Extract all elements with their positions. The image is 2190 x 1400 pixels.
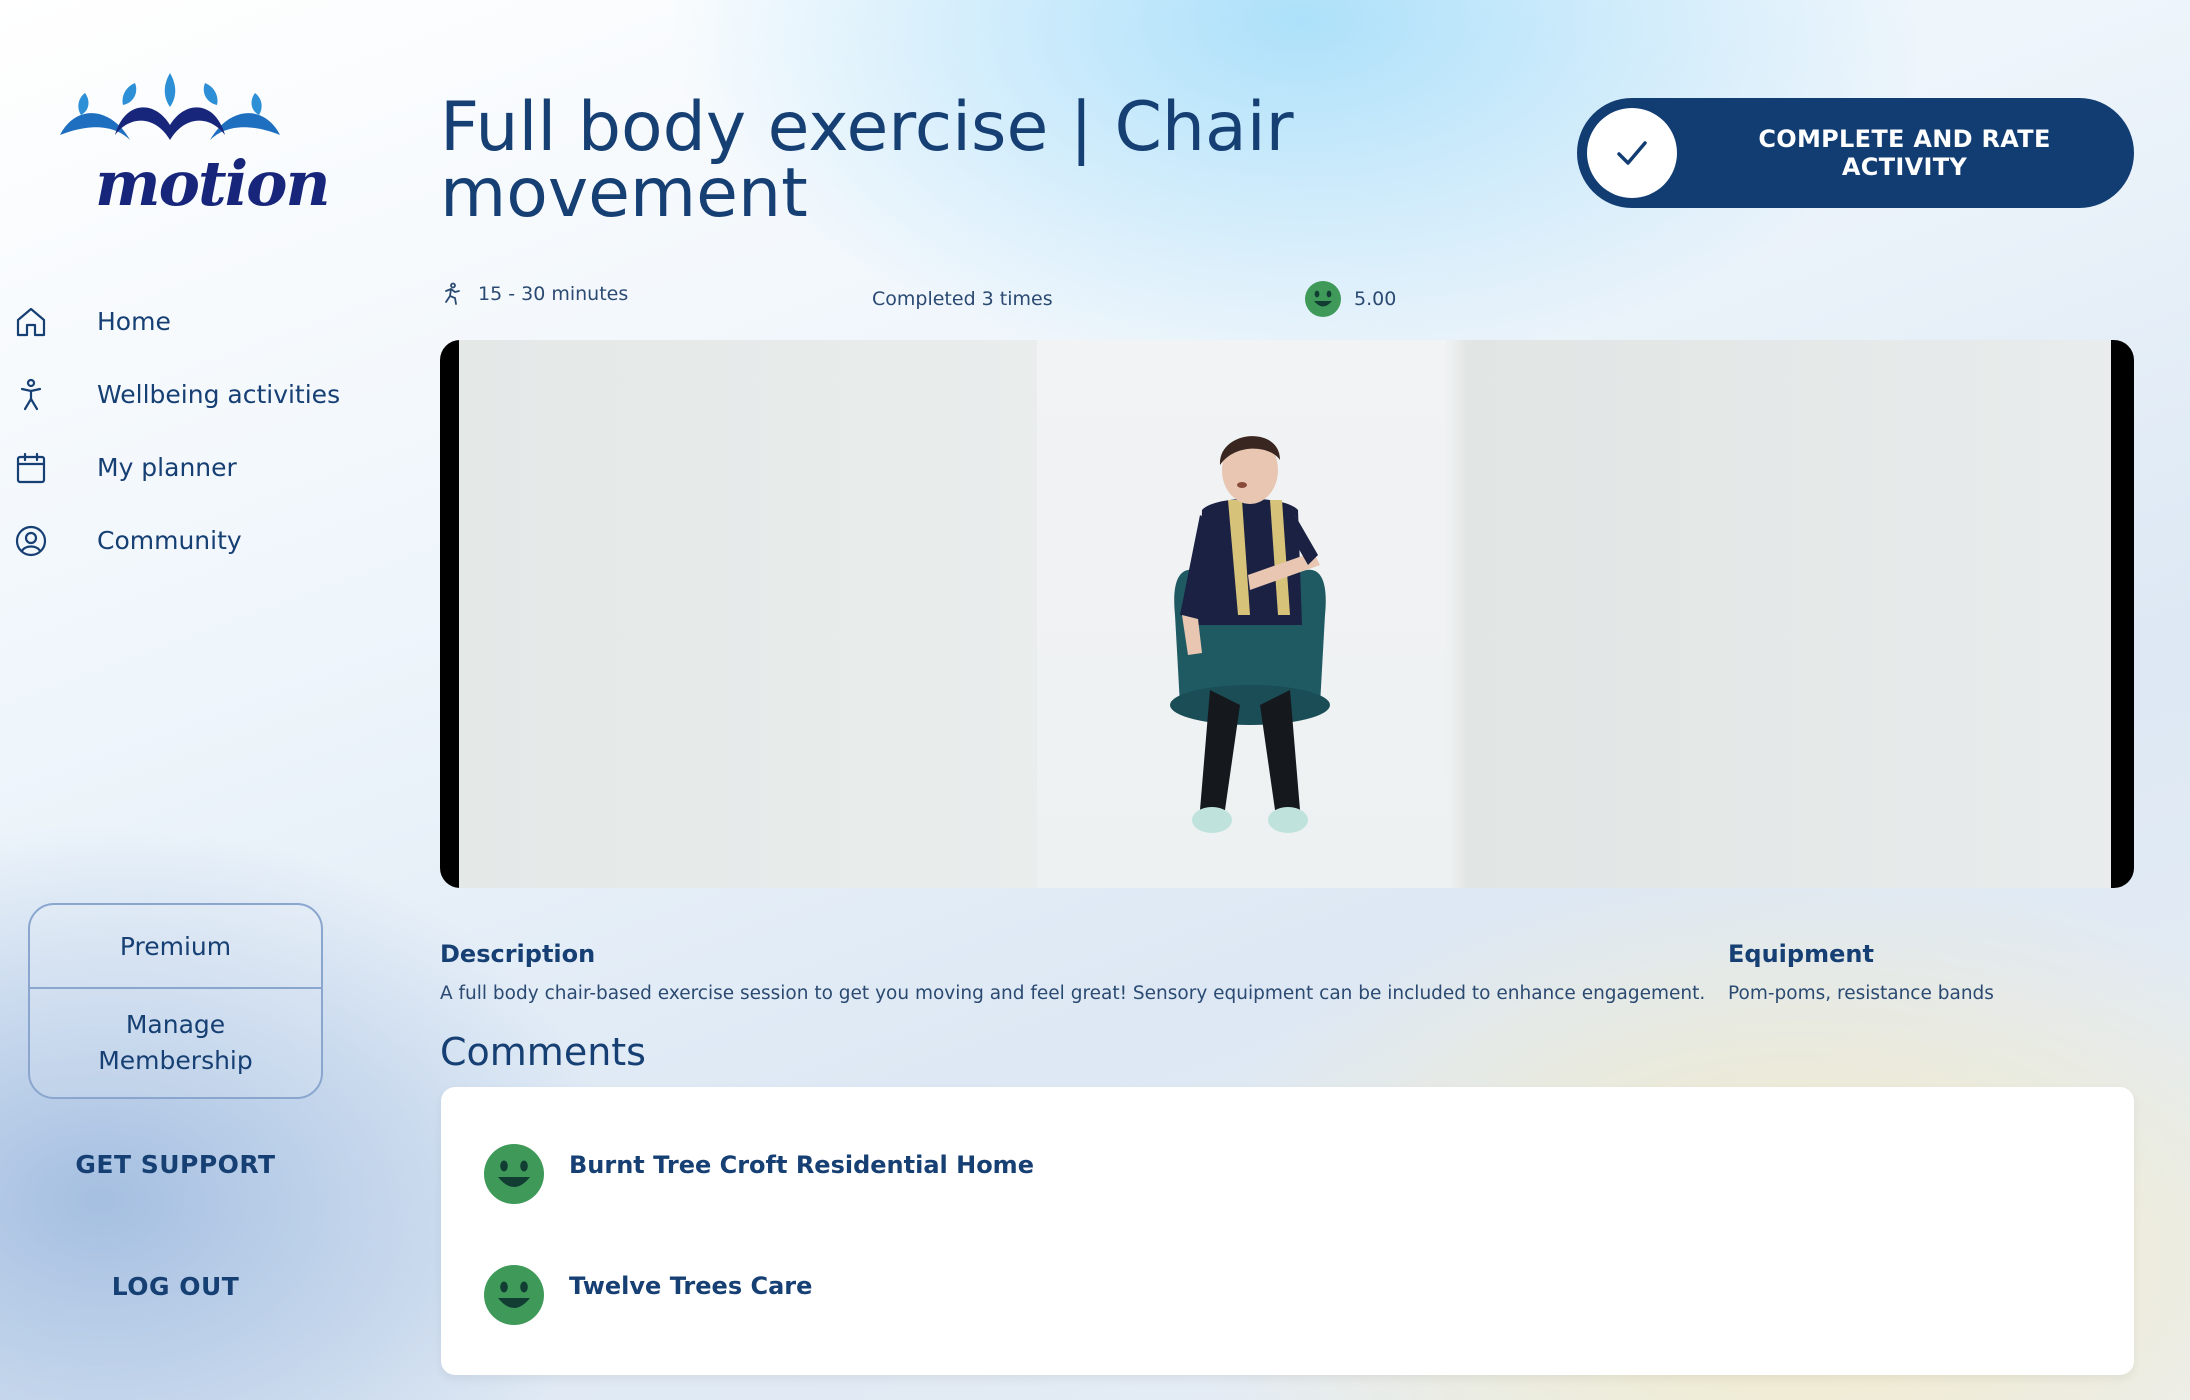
- home-icon: [14, 305, 48, 339]
- comment-item: Twelve Trees Care: [483, 1264, 812, 1326]
- video-player[interactable]: [440, 340, 2134, 888]
- nav-label-home: Home: [97, 307, 171, 336]
- description-text: A full body chair-based exercise session…: [440, 983, 1706, 1004]
- manage-membership-button[interactable]: Manage Membership: [30, 989, 321, 1097]
- user-circle-icon: [14, 524, 48, 558]
- membership-box: Premium Manage Membership: [28, 903, 323, 1099]
- nav-item-community[interactable]: Community: [0, 504, 420, 577]
- completed-count: Completed 3 times: [872, 288, 1053, 310]
- rating-info: 5.00: [1304, 280, 1396, 318]
- happy-face-icon: [1305, 281, 1341, 317]
- log-out-link[interactable]: LOG OUT: [28, 1272, 323, 1301]
- duration-info: 15 - 30 minutes: [440, 282, 628, 306]
- page-title: Full body exercise | Chair movement: [440, 88, 1294, 233]
- person-activity-icon: [14, 378, 48, 412]
- duration-text: 15 - 30 minutes: [478, 283, 629, 305]
- get-support-link[interactable]: GET SUPPORT: [28, 1150, 323, 1179]
- motion-logo[interactable]: motion: [55, 65, 331, 230]
- sidebar-nav: Home Wellbeing activities My planner Com…: [0, 285, 420, 577]
- brand-name: motion: [95, 147, 331, 220]
- nav-item-home[interactable]: Home: [0, 285, 420, 358]
- nav-item-my-planner[interactable]: My planner: [0, 431, 420, 504]
- instructor-figure: [1120, 415, 1380, 875]
- checkmark-icon: [1587, 108, 1677, 198]
- running-person-icon: [445, 282, 460, 305]
- comments-heading: Comments: [440, 1030, 646, 1074]
- nav-label-wellbeing-activities: Wellbeing activities: [97, 380, 341, 409]
- nav-label-community: Community: [97, 526, 242, 555]
- comment-author: Twelve Trees Care: [569, 1272, 813, 1300]
- nav-label-my-planner: My planner: [97, 453, 237, 482]
- comments-panel: Burnt Tree Croft Residential Home Twelve…: [441, 1087, 2134, 1375]
- calendar-icon: [14, 451, 48, 485]
- complete-and-rate-button[interactable]: COMPLETE AND RATE ACTIVITY: [1577, 98, 2134, 208]
- happy-face-icon: [484, 1144, 544, 1204]
- comment-item: Burnt Tree Croft Residential Home: [483, 1143, 1034, 1205]
- comment-author: Burnt Tree Croft Residential Home: [569, 1151, 1034, 1179]
- equipment-text: Pom-poms, resistance bands: [1728, 983, 1994, 1004]
- equipment-heading: Equipment: [1728, 940, 1874, 968]
- rating-value: 5.00: [1354, 288, 1397, 310]
- happy-face-icon: [484, 1265, 544, 1325]
- nav-item-wellbeing-activities[interactable]: Wellbeing activities: [0, 358, 420, 431]
- complete-and-rate-label: COMPLETE AND RATE ACTIVITY: [1758, 125, 2051, 181]
- premium-button[interactable]: Premium: [30, 905, 321, 989]
- description-heading: Description: [440, 940, 596, 968]
